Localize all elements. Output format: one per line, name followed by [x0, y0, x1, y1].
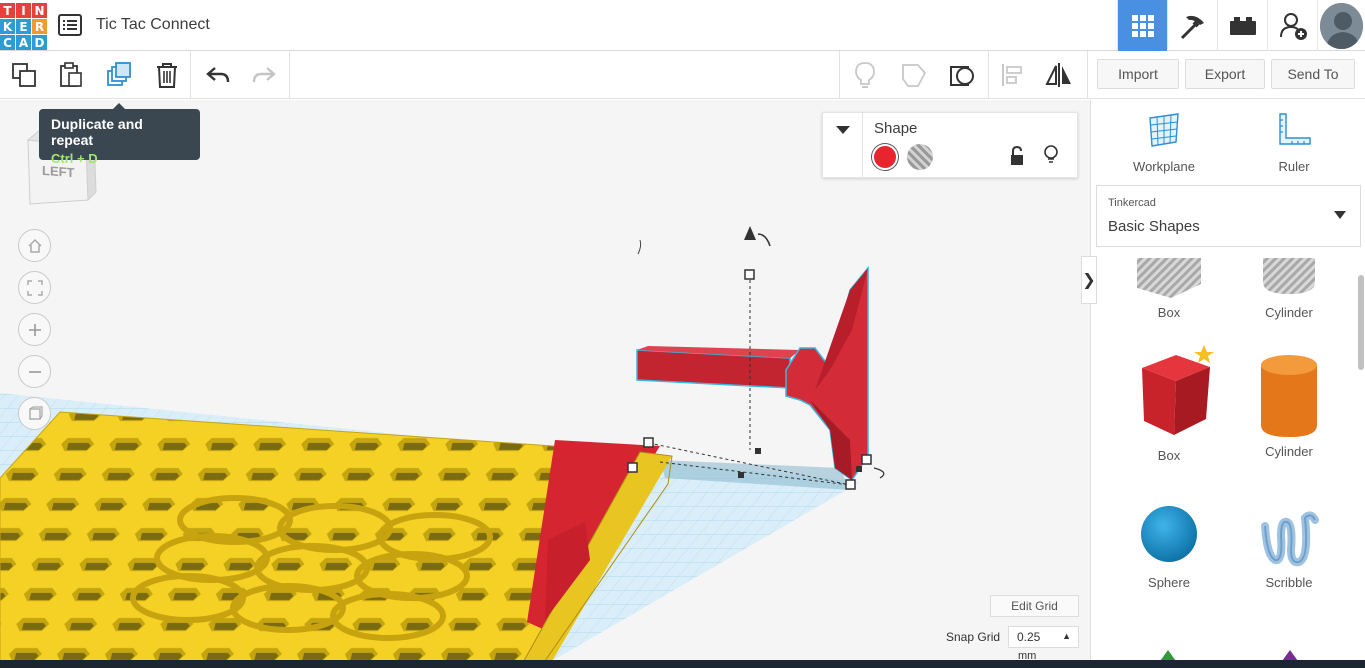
cylinder-hole-icon — [1263, 258, 1315, 294]
shape-label: Cylinder — [1265, 305, 1313, 320]
library-name: Basic Shapes — [1108, 218, 1200, 235]
perspective-button[interactable] — [18, 397, 51, 430]
logo-letter: D — [32, 35, 47, 50]
profile-avatar[interactable] — [1317, 0, 1365, 51]
workplane-canvas[interactable]: LEFT Duplicate and repeat Ctrl + D Shape… — [0, 100, 1090, 668]
align-icon[interactable] — [996, 59, 1028, 91]
shape-box-hole[interactable]: Box — [1109, 258, 1229, 320]
zoom-in-button[interactable] — [18, 313, 51, 346]
tinkercad-logo[interactable]: T I N K E R C A D — [0, 3, 47, 50]
ruler-label: Ruler — [1278, 159, 1310, 174]
edit-grid-button[interactable]: Edit Grid — [990, 595, 1079, 617]
mirror-icon[interactable] — [1043, 59, 1075, 91]
workplane-label: Workplane — [1133, 159, 1195, 174]
logo-letter: K — [0, 19, 15, 34]
shape-label: Scribble — [1265, 575, 1313, 590]
logo-letter: I — [16, 3, 31, 18]
logo-letter: N — [32, 3, 47, 18]
snap-grid-label: Snap Grid — [946, 630, 1001, 644]
shape-scribble[interactable]: Scribble — [1229, 506, 1349, 590]
plus-icon — [28, 323, 41, 336]
export-button[interactable]: Export — [1185, 59, 1265, 89]
design-title[interactable]: Tic Tac Connect — [96, 16, 210, 34]
shapes-panel: Workplane Ruler Tinkercad Basic Shapes B… — [1090, 100, 1365, 668]
shape-label: Box — [1157, 448, 1181, 463]
tooltip-title: Duplicate and repeat — [51, 116, 143, 148]
top-bar: T I N K E R C A D Tic Tac Connect — [0, 0, 1365, 51]
snap-grid-value: 0.25 — [1017, 630, 1041, 644]
design-menu-icon[interactable] — [58, 14, 82, 36]
pickaxe-icon[interactable] — [1167, 0, 1217, 51]
lightbulb-icon[interactable] — [1043, 145, 1059, 170]
inspector-title: Shape — [874, 120, 918, 137]
chevron-right-icon: ❯ — [1082, 272, 1096, 289]
copy-icon[interactable] — [8, 59, 40, 91]
paste-icon[interactable] — [55, 59, 87, 91]
bricks-icon[interactable] — [1217, 0, 1267, 51]
collapse-inspector-button[interactable] — [823, 113, 863, 179]
add-user-icon[interactable] — [1267, 0, 1317, 51]
import-button[interactable]: Import — [1097, 59, 1179, 89]
logo-letter: C — [0, 35, 15, 50]
zoom-out-button[interactable] — [18, 355, 51, 388]
grid-view-icon[interactable] — [1117, 0, 1167, 51]
home-view-button[interactable] — [18, 229, 51, 262]
sphere-icon — [1141, 506, 1197, 562]
shape-label: Box — [1157, 305, 1181, 320]
scribble-icon — [1261, 511, 1319, 567]
selected-arm[interactable] — [636, 265, 869, 482]
ungroup-icon[interactable] — [946, 59, 978, 91]
logo-letter: R — [32, 19, 47, 34]
home-icon — [27, 238, 42, 253]
tooltip-shortcut: Ctrl + D — [51, 151, 98, 166]
collapse-panel-button[interactable]: ❯ — [1081, 256, 1097, 304]
shape-label: Sphere — [1148, 575, 1190, 590]
workplane-icon — [1149, 113, 1179, 147]
workplane-tool[interactable]: Workplane — [1104, 112, 1224, 174]
group-icon[interactable] — [898, 59, 930, 91]
scene[interactable] — [0, 100, 1090, 668]
edit-toolbar: Import Export Send To — [0, 51, 1365, 99]
shape-cylinder[interactable]: Cylinder — [1229, 353, 1349, 459]
box-icon — [1142, 345, 1214, 435]
fit-view-icon — [26, 279, 43, 296]
cylinder-icon — [1261, 355, 1317, 437]
box-hole-icon — [1137, 258, 1201, 298]
send-to-button[interactable]: Send To — [1271, 59, 1355, 89]
shape-inspector: Shape — [822, 112, 1078, 179]
redo-icon[interactable] — [248, 59, 280, 91]
library-source: Tinkercad — [1108, 197, 1156, 209]
fit-view-button[interactable] — [18, 271, 51, 304]
triangle-down-icon — [835, 126, 850, 134]
minus-icon — [28, 370, 41, 373]
perspective-icon — [28, 405, 43, 420]
avatar — [1320, 2, 1363, 49]
solid-color-swatch[interactable] — [872, 144, 898, 170]
shape-cylinder-hole[interactable]: Cylinder — [1229, 258, 1349, 320]
caret-up-icon: ▲ — [1062, 631, 1071, 641]
duplicate-tooltip: Duplicate and repeat Ctrl + D — [39, 103, 200, 166]
lock-icon[interactable] — [1009, 145, 1025, 171]
shape-label: Cylinder — [1265, 444, 1313, 459]
shape-sphere[interactable]: Sphere — [1109, 502, 1229, 590]
shape-box[interactable]: Box — [1109, 343, 1229, 463]
chevron-down-icon — [1334, 211, 1346, 219]
shapes-scrollbar[interactable] — [1358, 275, 1364, 370]
snap-grid-select[interactable]: 0.25 ▲ — [1008, 626, 1079, 648]
note-lightbulb-icon[interactable] — [849, 59, 881, 91]
logo-letter: A — [16, 35, 31, 50]
hole-swatch[interactable] — [907, 144, 933, 170]
delete-icon[interactable] — [151, 59, 183, 91]
ruler-tool[interactable]: Ruler — [1234, 112, 1354, 174]
shape-library-select[interactable]: Tinkercad Basic Shapes — [1096, 185, 1361, 247]
os-taskbar — [0, 660, 1365, 668]
logo-letter: T — [0, 3, 15, 18]
logo-letter: E — [16, 19, 31, 34]
undo-icon[interactable] — [202, 59, 234, 91]
ruler-icon — [1279, 113, 1311, 145]
duplicate-icon[interactable] — [104, 59, 136, 91]
